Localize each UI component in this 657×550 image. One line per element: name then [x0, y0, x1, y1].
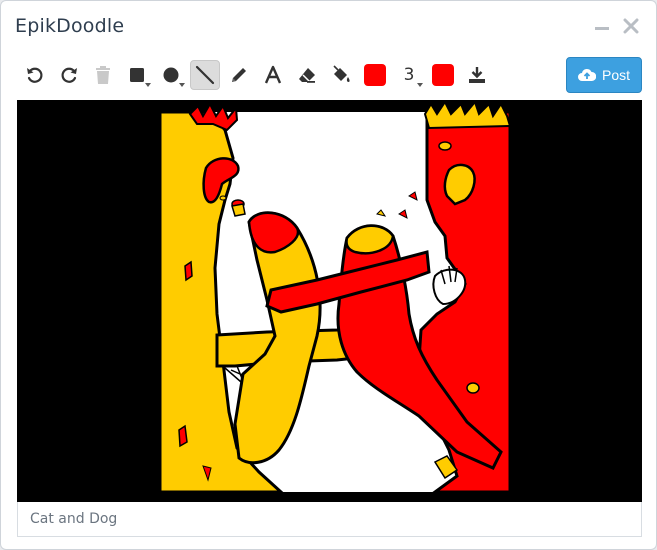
text-icon: [264, 65, 282, 84]
toolbar: 3 Post: [1, 57, 656, 95]
square-icon: [130, 68, 144, 82]
chevron-down-icon: [145, 83, 151, 87]
redo-button[interactable]: [54, 60, 84, 90]
drawing-canvas[interactable]: [17, 100, 642, 502]
cloud-upload-icon: [577, 68, 596, 81]
delete-button[interactable]: [88, 60, 118, 90]
chevron-down-icon: [417, 83, 423, 87]
primary-color-swatch: [364, 64, 386, 86]
secondary-color-picker[interactable]: [428, 60, 458, 90]
eraser-tool[interactable]: [292, 60, 322, 90]
post-button-label: Post: [601, 67, 630, 83]
primary-color-picker[interactable]: [360, 60, 390, 90]
caption-input[interactable]: [17, 502, 642, 537]
undo-icon: [27, 67, 43, 83]
post-button[interactable]: Post: [566, 57, 642, 93]
doodle-drawing: [158, 100, 512, 494]
epikdoodle-window: EpikDoodle 3 Post Cat and Dog: [0, 0, 657, 550]
titlebar: EpikDoodle: [1, 1, 656, 51]
line-icon: [195, 65, 215, 85]
pencil-icon: [232, 68, 246, 82]
paint-bucket-icon: [333, 65, 350, 82]
rectangle-tool[interactable]: [122, 60, 152, 90]
brush-size-value: 3: [403, 65, 415, 85]
brush-size-selector[interactable]: 3: [394, 60, 424, 90]
trash-icon: [96, 66, 110, 84]
secondary-color-swatch: [432, 64, 454, 86]
redo-icon: [61, 67, 77, 83]
circle-icon: [163, 67, 179, 83]
fill-tool[interactable]: [326, 60, 356, 90]
pencil-tool[interactable]: [224, 60, 254, 90]
minimize-icon[interactable]: [593, 17, 611, 35]
text-tool[interactable]: [258, 60, 288, 90]
app-title: EpikDoodle: [15, 15, 125, 37]
eraser-icon: [299, 68, 315, 83]
download-button[interactable]: [462, 60, 492, 90]
chevron-down-icon: [179, 83, 185, 87]
ellipse-tool[interactable]: [156, 60, 186, 90]
download-icon: [469, 67, 485, 83]
line-tool[interactable]: [190, 60, 220, 90]
undo-button[interactable]: [20, 60, 50, 90]
close-icon[interactable]: [622, 17, 640, 35]
